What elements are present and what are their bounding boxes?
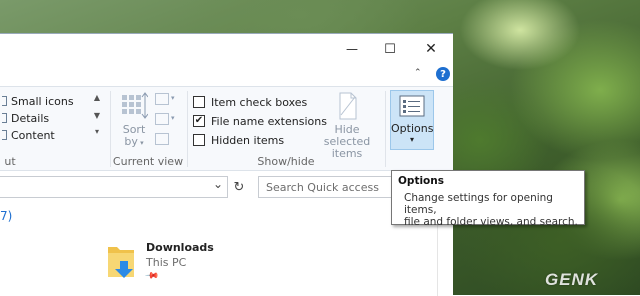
minimize-icon: — [346,42,358,56]
hide-selected-label: Hide selected [323,123,371,148]
content-icon [2,130,7,140]
gallery-scroll-down-icon[interactable]: ▼ [92,111,102,120]
view-options-column: ▾ ▾ [155,93,181,153]
add-columns-chevron-icon: ▾ [171,114,175,122]
close-icon: ✕ [425,41,437,57]
checkbox-unchecked-icon [193,134,205,146]
checkbox-label: File name extensions [211,114,327,128]
sort-by-button[interactable]: Sort by ▾ [118,91,150,148]
group-divider [110,91,111,167]
small-icons-icon [2,96,7,106]
checkbox-checked-icon: ✔ [193,115,205,127]
group-divider [187,91,188,167]
tooltip-title: Options [398,175,444,187]
address-dropdown-icon[interactable]: ⌄ [213,177,223,191]
layout-item-label: Details [11,111,50,125]
hide-selected-icon [339,92,357,120]
pin-icon[interactable]: 📌 [144,268,159,283]
file-explorer-window: — ☐ ✕ ⌃ ? Small icons Details Content ▲ … [0,33,453,296]
hide-selected-items-button[interactable]: Hide selected items [314,91,380,160]
tooltip-description-line1: Change settings for opening items, [404,192,553,216]
checkbox-label: Item check boxes [211,95,308,109]
layout-details[interactable]: Details [2,110,49,126]
layout-item-label: Small icons [11,94,74,108]
options-icon [399,95,425,117]
group-by-icon[interactable] [155,93,169,105]
search-input[interactable]: Search Quick access [258,176,398,198]
item-location: This PC [146,256,187,269]
file-name-extensions-checkbox[interactable]: ✔ File name extensions [193,113,327,129]
maximize-button[interactable]: ☐ [370,34,410,64]
details-icon [2,113,7,123]
item-check-boxes-checkbox[interactable]: Item check boxes [193,94,307,110]
tooltip-description-line2: file and folder views, and search. [404,216,578,228]
layout-content[interactable]: Content [2,127,55,143]
size-columns-icon[interactable] [155,133,169,145]
genk-watermark-logo: GENK [545,270,599,289]
group-by-chevron-icon: ▾ [171,94,175,102]
close-button[interactable]: ✕ [411,34,451,64]
chevron-down-icon: ▾ [409,135,414,144]
layout-small-icons[interactable]: Small icons [2,93,74,109]
address-input[interactable]: ⌄ [0,176,228,198]
ribbon-tab-row: ⌃ ? [0,64,453,86]
show-hide-group-label: Show/hide [257,155,315,168]
checkbox-label: Hidden items [211,133,285,147]
search-placeholder: Search Quick access [266,180,379,194]
ribbon-view-panel: Small icons Details Content ▲ ▼ ▾ ut Sor… [0,86,453,171]
current-view-group-label: Current view [112,155,184,168]
group-header[interactable]: 7) [0,209,12,223]
layout-group-label: ut [4,155,16,168]
address-bar-row: ⌄ ↻ Search Quick access [0,171,453,207]
item-name: Downloads [146,241,214,254]
gallery-expand-icon[interactable]: ▾ [92,127,102,136]
content-pane: 7) Downloads This PC 📌 [0,207,453,296]
layout-gallery: Small icons Details Content ▲ ▼ ▾ [0,89,104,149]
sort-sub-label: by ▾ [124,135,144,148]
checkbox-unchecked-icon [193,96,205,108]
list-item[interactable]: Downloads This PC 📌 [106,241,286,287]
chevron-up-icon[interactable]: ⌃ [414,68,422,78]
help-icon[interactable]: ? [436,67,450,81]
gallery-scroll-up-icon[interactable]: ▲ [92,93,102,102]
sort-by-icon [122,92,149,119]
add-columns-icon[interactable] [155,113,169,125]
group-divider [385,91,386,167]
options-button[interactable]: Options ▾ [390,90,434,150]
title-bar: — ☐ ✕ [0,34,453,64]
minimize-button[interactable]: — [332,34,372,64]
maximize-icon: ☐ [384,41,396,57]
hidden-items-checkbox[interactable]: Hidden items [193,132,284,148]
layout-item-label: Content [11,128,55,142]
options-label: Options [391,122,434,135]
downloads-folder-icon [108,247,134,278]
options-tooltip: Options Change settings for opening item… [391,170,585,228]
refresh-icon[interactable]: ↻ [231,180,247,195]
